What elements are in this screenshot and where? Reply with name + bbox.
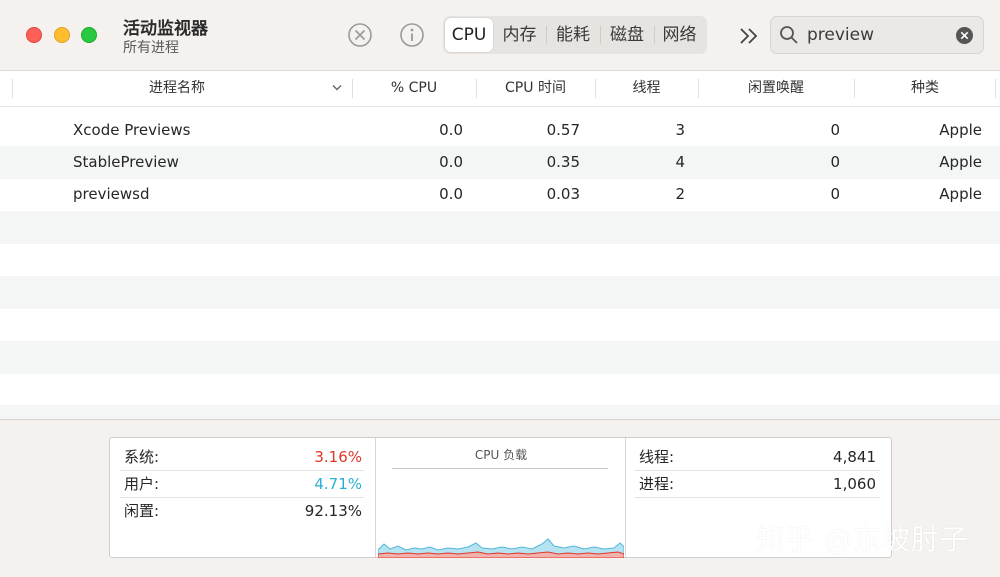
tab-disk[interactable]: 磁盘 (600, 18, 654, 52)
watermark-text: 知乎 @东坡肘子 (756, 523, 969, 556)
process-table: Xcode Previews 0.0 0.57 3 0 Apple Stable… (0, 107, 1000, 420)
system-stat: 系统: 3.16% (124, 444, 362, 470)
table-row[interactable]: previewsd 0.0 0.03 2 0 Apple (0, 178, 1000, 211)
cell-cpu-percent: 0.0 (439, 185, 463, 203)
sort-chevron-down-icon (332, 85, 342, 91)
processes-label: 进程: (639, 475, 675, 493)
cell-process-name: previewsd (73, 185, 150, 203)
user-label: 用户: (124, 475, 160, 493)
column-divider (995, 79, 996, 98)
view-tabs: CPU 内存 能耗 磁盘 网络 (443, 16, 707, 54)
more-toolbar-items-icon[interactable] (736, 24, 762, 48)
tab-energy[interactable]: 能耗 (546, 18, 600, 52)
tab-network[interactable]: 网络 (654, 18, 705, 52)
column-header-process-name[interactable]: 进程名称 (14, 71, 340, 106)
clear-search-icon[interactable] (955, 26, 974, 45)
cell-idle-wakeups: 0 (830, 121, 840, 139)
cell-cpu-time: 0.57 (546, 121, 580, 139)
toolbar: 活动监视器 所有进程 CPU 内存 能耗 磁盘 网络 preview (0, 0, 1000, 71)
cell-threads: 3 (675, 121, 685, 139)
user-stat: 用户: 4.71% (124, 471, 362, 497)
cell-kind: Apple (939, 121, 982, 139)
graph-baseline (392, 468, 608, 469)
zoom-window-button[interactable] (81, 27, 97, 43)
cell-idle-wakeups: 0 (830, 185, 840, 203)
empty-row (0, 211, 1000, 244)
cell-idle-wakeups: 0 (830, 153, 840, 171)
cell-cpu-time: 0.35 (546, 153, 580, 171)
column-header-cpu-percent[interactable]: % CPU (353, 71, 475, 106)
user-value: 4.71% (314, 475, 362, 493)
threads-value: 4,841 (833, 448, 876, 466)
threads-label: 线程: (639, 448, 675, 466)
window-title: 活动监视器 (123, 19, 208, 39)
tab-cpu[interactable]: CPU (445, 18, 493, 52)
column-divider (12, 79, 13, 98)
cell-cpu-percent: 0.0 (439, 121, 463, 139)
idle-label: 闲置: (124, 502, 160, 520)
column-header-cpu-time[interactable]: CPU 时间 (477, 71, 594, 106)
threads-stat: 线程: 4,841 (639, 444, 876, 470)
processes-stat: 进程: 1,060 (639, 471, 876, 497)
column-header-idle-wakeups[interactable]: 闲置唤醒 (699, 71, 853, 106)
empty-row (0, 243, 1000, 276)
info-icon[interactable] (399, 22, 425, 48)
cell-threads: 2 (675, 185, 685, 203)
system-value: 3.16% (314, 448, 362, 466)
empty-row (0, 341, 1000, 374)
cell-threads: 4 (675, 153, 685, 171)
column-header-kind[interactable]: 种类 (855, 71, 995, 106)
close-window-button[interactable] (26, 27, 42, 43)
empty-row (0, 373, 1000, 406)
minimize-window-button[interactable] (54, 27, 70, 43)
system-label: 系统: (124, 448, 160, 466)
search-field[interactable]: preview (770, 16, 984, 54)
cpu-load-title: CPU 负载 (474, 448, 528, 462)
divider (375, 438, 376, 557)
idle-stat: 闲置: 92.13% (124, 498, 362, 524)
cell-cpu-time: 0.03 (546, 185, 580, 203)
search-icon (780, 26, 798, 44)
search-input[interactable]: preview (807, 25, 874, 45)
processes-value: 1,060 (833, 475, 876, 493)
window-subtitle: 所有进程 (123, 40, 179, 56)
empty-row (0, 308, 1000, 341)
column-header-threads[interactable]: 线程 (596, 71, 697, 106)
cpu-load-graph (378, 538, 624, 558)
idle-value: 92.13% (304, 502, 362, 520)
divider (625, 438, 626, 557)
table-header: 进程名称 % CPU CPU 时间 线程 闲置唤醒 种类 (0, 71, 1000, 107)
divider (635, 497, 880, 498)
cell-kind: Apple (939, 185, 982, 203)
cell-process-name: StablePreview (73, 153, 179, 171)
cell-kind: Apple (939, 153, 982, 171)
cell-process-name: Xcode Previews (73, 121, 191, 139)
empty-row (0, 405, 1000, 420)
stop-process-icon[interactable] (347, 22, 373, 48)
tab-memory[interactable]: 内存 (493, 18, 546, 52)
cell-cpu-percent: 0.0 (439, 153, 463, 171)
empty-row (0, 276, 1000, 309)
